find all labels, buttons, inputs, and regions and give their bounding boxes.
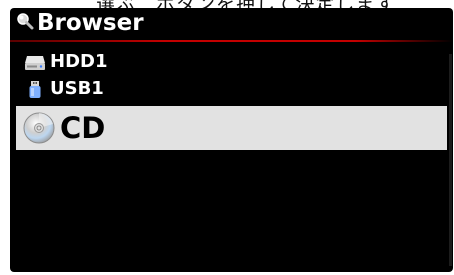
magnifier-icon — [17, 13, 34, 30]
page-title: Browser — [37, 10, 144, 36]
usb-drive-icon — [29, 81, 41, 98]
clipped-text: 選ぶ ボタンを押して決定します — [96, 0, 395, 8]
cd-disc-icon — [23, 112, 55, 144]
hard-drive-icon — [25, 56, 45, 70]
header-divider — [10, 40, 453, 42]
list-item-cd[interactable]: CD — [16, 106, 447, 150]
list-item-label: USB1 — [50, 78, 104, 99]
list-item-label: CD — [60, 111, 106, 145]
header: Browser — [10, 8, 453, 42]
list-item-label: HDD1 — [50, 51, 108, 72]
scrollbar-track[interactable] — [449, 54, 452, 266]
browser-screen: Browser HDD1 USB1 CD — [10, 8, 453, 272]
clipped-document-text: 選ぶ ボタンを押して決定します — [0, 0, 454, 8]
